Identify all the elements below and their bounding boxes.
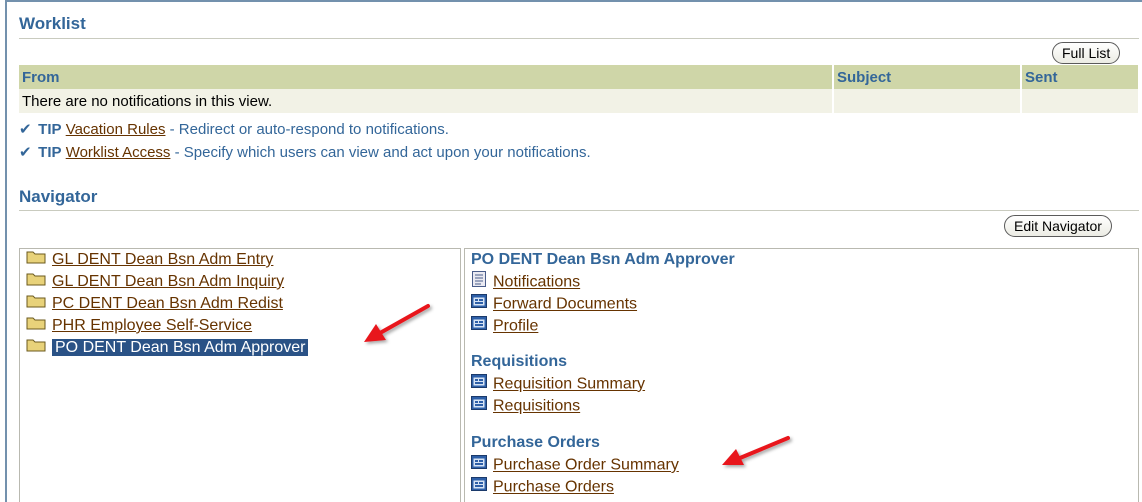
web-form-icon <box>471 293 487 316</box>
window-frame-top <box>5 0 1142 2</box>
annotation-arrow-icon <box>722 436 790 465</box>
worklist-table: From Subject Sent There are no notificat… <box>19 65 1138 113</box>
responsibility-link[interactable]: GL DENT Dean Bsn Adm Entry <box>52 251 273 268</box>
function-link[interactable]: Requisitions <box>493 398 580 415</box>
tip-worklist-access: ✔ TIP Worklist Access - Specify which us… <box>19 143 591 161</box>
worklist-title: Worklist <box>19 14 86 33</box>
function-item[interactable]: Requisitions <box>471 395 580 417</box>
group-title: PO DENT Dean Bsn Adm Approver <box>471 251 735 268</box>
function-item[interactable]: Requisition Summary <box>471 373 645 395</box>
table-cell <box>1021 89 1138 113</box>
web-form-icon <box>471 395 487 418</box>
function-item[interactable]: Notifications <box>471 271 580 293</box>
navigator-title: Navigator <box>19 187 98 206</box>
folder-icon <box>26 337 46 359</box>
responsibility-link[interactable]: PO DENT Dean Bsn Adm Approver <box>52 339 309 357</box>
function-list: PO DENT Dean Bsn Adm Approver Notificati… <box>464 248 1139 502</box>
folder-icon <box>26 315 46 337</box>
navigator-divider <box>19 210 1139 211</box>
column-header-subject[interactable]: Subject <box>833 65 1022 89</box>
annotation-arrow-icon <box>364 304 430 342</box>
function-item[interactable]: Forward Documents <box>471 293 637 315</box>
function-link[interactable]: Purchase Order Summary <box>493 457 679 474</box>
column-header-sent[interactable]: Sent <box>1021 65 1138 89</box>
function-link[interactable]: Profile <box>493 318 538 335</box>
responsibility-item[interactable]: PC DENT Dean Bsn Adm Redist <box>26 293 283 315</box>
web-form-icon <box>471 373 487 396</box>
responsibility-list: GL DENT Dean Bsn Adm Entry GL DENT Dean … <box>19 248 461 502</box>
folder-icon <box>26 271 46 293</box>
tip-label: TIP <box>38 144 62 161</box>
function-link[interactable]: Purchase Orders <box>493 479 614 496</box>
tip-text: - Specify which users can view and act u… <box>170 144 591 161</box>
window-frame-left <box>5 0 7 502</box>
table-row: There are no notifications in this view. <box>19 89 1138 113</box>
column-header-from[interactable]: From <box>19 65 834 89</box>
responsibility-item[interactable]: GL DENT Dean Bsn Adm Entry <box>26 249 273 271</box>
responsibility-link[interactable]: PC DENT Dean Bsn Adm Redist <box>52 295 283 312</box>
edit-navigator-button[interactable]: Edit Navigator <box>1004 215 1112 237</box>
tip-label: TIP <box>38 121 62 138</box>
function-link[interactable]: Forward Documents <box>493 296 637 313</box>
checkmark-icon: ✔ <box>19 121 32 138</box>
empty-message: There are no notifications in this view. <box>19 89 834 113</box>
worklist-divider <box>19 38 1139 39</box>
function-item[interactable]: Purchase Order Summary <box>471 454 679 476</box>
tip-text: - Redirect or auto-respond to notificati… <box>165 121 449 138</box>
full-list-button[interactable]: Full List <box>1052 42 1121 64</box>
folder-icon <box>26 249 46 271</box>
responsibility-item[interactable]: PHR Employee Self-Service <box>26 315 252 337</box>
vacation-rules-link[interactable]: Vacation Rules <box>66 121 166 138</box>
worklist-header-row: From Subject Sent <box>19 65 1138 89</box>
group-title: Requisitions <box>471 353 568 370</box>
web-form-icon <box>471 315 487 338</box>
checkmark-icon: ✔ <box>19 144 32 161</box>
table-cell <box>833 89 1022 113</box>
group-title: Purchase Orders <box>471 434 600 451</box>
responsibility-link[interactable]: GL DENT Dean Bsn Adm Inquiry <box>52 273 284 290</box>
function-link[interactable]: Requisition Summary <box>493 376 645 393</box>
responsibility-item[interactable]: GL DENT Dean Bsn Adm Inquiry <box>26 271 284 293</box>
responsibility-link[interactable]: PHR Employee Self-Service <box>52 317 252 334</box>
function-item[interactable]: Purchase Orders <box>471 476 614 498</box>
worklist-access-link[interactable]: Worklist Access <box>66 144 171 161</box>
function-link[interactable]: Notifications <box>493 274 580 291</box>
tip-vacation-rules: ✔ TIP Vacation Rules - Redirect or auto-… <box>19 120 449 138</box>
web-form-icon <box>471 454 487 477</box>
responsibility-item-selected[interactable]: PO DENT Dean Bsn Adm Approver <box>26 337 309 359</box>
document-icon <box>471 271 487 294</box>
function-item[interactable]: Profile <box>471 315 538 337</box>
folder-icon <box>26 293 46 315</box>
web-form-icon <box>471 476 487 499</box>
